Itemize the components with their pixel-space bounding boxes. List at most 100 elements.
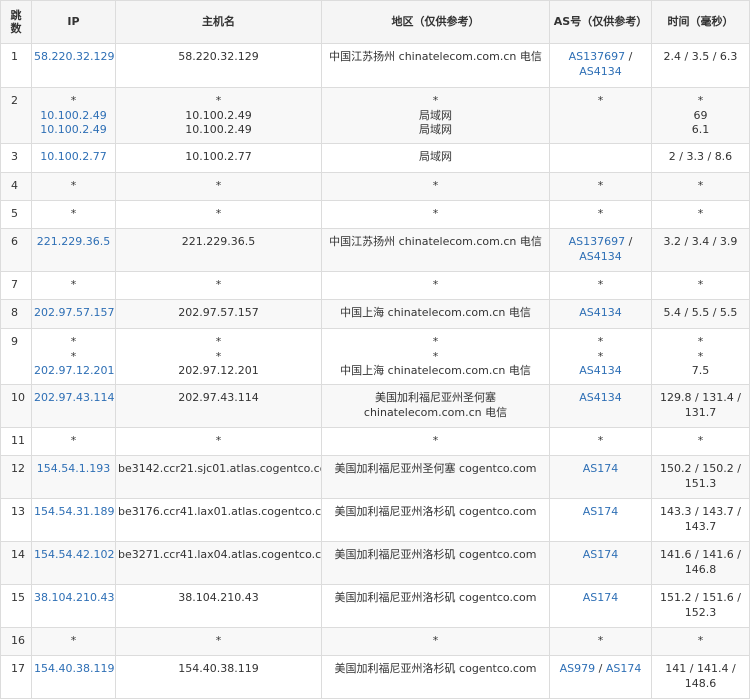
hop-cell: 16: [0, 627, 32, 656]
as-link[interactable]: AS174: [583, 548, 619, 561]
ip-link[interactable]: 58.220.32.129: [34, 50, 114, 65]
hop-cell: 15: [0, 584, 32, 628]
region-cell: *: [321, 200, 550, 229]
ip-link[interactable]: 10.100.2.77: [34, 150, 113, 165]
region-text: chinatelecom.com.cn 电信: [363, 405, 508, 419]
time-cell: 2 / 3.3 / 8.6: [651, 143, 750, 173]
hop-cell: 14: [0, 541, 32, 585]
ip-timeout: *: [70, 278, 77, 291]
ip-cell: *: [31, 172, 116, 201]
as-timeout: *: [597, 179, 604, 192]
hostname-text: 38.104.210.43: [178, 591, 259, 604]
as-cell: *: [549, 87, 652, 144]
time-text: 129.8 / 131.4 /: [660, 391, 741, 404]
as-link[interactable]: AS979: [560, 662, 596, 675]
table-row: 7 * * * * *: [0, 271, 750, 300]
ip-cell: * * 202.97.12.201: [31, 328, 116, 385]
as-line: *: [552, 278, 649, 293]
ip-link[interactable]: 154.54.31.189: [34, 505, 114, 520]
table-row: 3 10.100.2.77 10.100.2.77 局域网 2 / 3.3 / 8.6: [0, 143, 750, 173]
time-text: 150.2 / 150.2 /: [660, 462, 741, 475]
host-cell: 38.104.210.43: [115, 584, 322, 628]
as-link[interactable]: AS174: [583, 462, 619, 475]
hostname-text: 10.100.2.49: [185, 108, 252, 122]
table-row: 5 * * * * *: [0, 200, 750, 229]
time-text: 5.4 / 5.5 / 5.5: [663, 306, 738, 319]
hostname-text: be3176.ccr41.lax01.atlas.cogentco.com: [118, 505, 322, 518]
as-cell: AS137697 /AS4134: [549, 228, 652, 272]
region-text: 局域网: [419, 150, 452, 163]
as-cell: [549, 143, 652, 173]
ip-link[interactable]: 202.97.43.114: [34, 391, 114, 406]
as-link[interactable]: AS4134: [579, 306, 622, 319]
region-cell: 中国上海 chinatelecom.com.cn 电信: [321, 299, 550, 329]
host-cell: 154.40.38.119: [115, 655, 322, 699]
region-text: 美国加利福尼亚州洛杉矶 cogentco.com: [334, 548, 537, 561]
region-cell: 美国加利福尼亚州洛杉矶 cogentco.com: [321, 655, 550, 699]
hop-cell: 3: [0, 143, 32, 173]
time-cell: *: [651, 427, 750, 456]
as-link[interactable]: AS174: [606, 662, 642, 675]
as-link[interactable]: AS137697: [569, 235, 626, 248]
time-text: 69: [693, 108, 708, 122]
as-link[interactable]: AS4134: [579, 65, 622, 78]
hostname-text: *: [215, 179, 222, 192]
host-cell: 221.229.36.5: [115, 228, 322, 272]
region-text: 中国江苏扬州 chinatelecom.com.cn 电信: [329, 50, 542, 63]
ip-link[interactable]: 38.104.210.43: [34, 591, 114, 606]
ip-link[interactable]: 10.100.2.49: [34, 123, 113, 138]
ip-cell: *: [31, 200, 116, 229]
as-line: AS4134: [552, 391, 649, 406]
ip-cell: 154.54.1.193: [31, 455, 116, 499]
ip-cell: 221.229.36.5: [31, 228, 116, 272]
as-link[interactable]: AS137697: [569, 50, 626, 63]
as-link[interactable]: AS174: [583, 591, 619, 604]
ip-link[interactable]: 221.229.36.5: [34, 235, 113, 250]
time-text: 146.8: [684, 562, 717, 576]
as-link[interactable]: AS4134: [579, 364, 622, 377]
time-text: 143.3 / 143.7 /: [660, 505, 741, 518]
hostname-text: *: [215, 349, 222, 363]
as-link[interactable]: AS4134: [579, 250, 622, 263]
ip-link[interactable]: 154.54.42.102: [34, 548, 114, 563]
header-time: 时间（毫秒）: [651, 0, 750, 44]
hostname-text: 10.100.2.77: [185, 150, 252, 163]
host-cell: * * 202.97.12.201: [115, 328, 322, 385]
ip-link[interactable]: 154.54.1.193: [34, 462, 113, 477]
time-text: 151.2 / 151.6 /: [660, 591, 741, 604]
hop-cell: 17: [0, 655, 32, 699]
time-text: 2 / 3.3 / 8.6: [668, 150, 733, 163]
host-cell: *: [115, 200, 322, 229]
region-text: *: [432, 179, 439, 192]
ip-link[interactable]: 202.97.57.157: [34, 306, 114, 321]
time-cell: 5.4 / 5.5 / 5.5: [651, 299, 750, 329]
hostname-text: *: [215, 434, 222, 447]
ip-link[interactable]: 154.40.38.119: [34, 662, 114, 677]
hostname-text: *: [215, 207, 222, 220]
region-text: *: [432, 207, 439, 220]
region-text: *: [432, 94, 439, 107]
region-cell: *: [321, 427, 550, 456]
time-text: 7.5: [691, 364, 710, 377]
ip-cell: 10.100.2.77: [31, 143, 116, 173]
region-cell: * 局域网 局域网: [321, 87, 550, 144]
as-timeout: *: [597, 434, 604, 447]
as-link[interactable]: AS4134: [579, 391, 622, 404]
hop-cell: 2: [0, 87, 32, 144]
ip-cell: 202.97.43.114: [31, 384, 116, 428]
as-line: AS4134: [552, 364, 649, 379]
time-text: *: [697, 278, 704, 291]
time-cell: * * 7.5: [651, 328, 750, 385]
as-timeout: *: [597, 278, 604, 291]
hop-cell: 7: [0, 271, 32, 300]
hostname-text: be3271.ccr41.lax04.atlas.cogentco.com: [118, 548, 322, 561]
time-text: *: [697, 634, 704, 647]
hostname-text: 58.220.32.129: [178, 50, 259, 63]
ip-link[interactable]: 10.100.2.49: [34, 109, 113, 124]
hostname-text: 202.97.57.157: [178, 306, 259, 319]
time-text: 148.6: [684, 676, 717, 690]
time-cell: 151.2 / 151.6 /152.3: [651, 584, 750, 628]
time-text: 141.6 / 141.6 /: [660, 548, 741, 561]
as-link[interactable]: AS174: [583, 505, 619, 518]
ip-link[interactable]: 202.97.12.201: [34, 364, 114, 379]
